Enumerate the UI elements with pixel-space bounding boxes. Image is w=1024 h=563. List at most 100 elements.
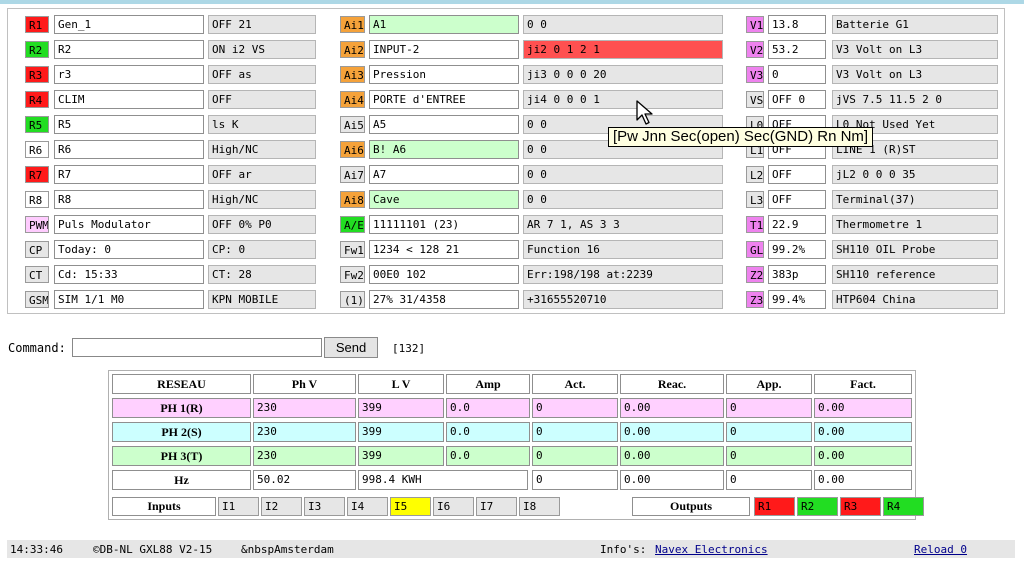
analog-tag[interactable]: Ai6	[340, 141, 365, 158]
mouse-pointer-icon	[636, 100, 653, 125]
voltage-value: 22.9	[768, 215, 826, 234]
relay-tag[interactable]: R7	[25, 166, 49, 183]
voltage-tag[interactable]: L2	[746, 166, 764, 183]
table-header: Reac.	[620, 374, 724, 394]
analog-tag[interactable]: Fw1	[340, 241, 365, 258]
analog-value: ji4 0 0 0 1	[523, 90, 723, 109]
analog-tag[interactable]: Ai3	[340, 66, 365, 83]
relay-name[interactable]: SIM 1/1 M0	[54, 290, 204, 309]
analog-name[interactable]: 00E0 102	[369, 265, 519, 284]
voltage-value: 99.2%	[768, 240, 826, 259]
analog-name[interactable]: 11111101 (23)	[369, 215, 519, 234]
analog-name[interactable]: PORTE d'ENTREE	[369, 90, 519, 109]
relay-tag[interactable]: GSM	[25, 291, 49, 308]
output-indicator[interactable]: R1	[754, 497, 795, 516]
table-cell: 0.00	[620, 398, 724, 418]
relay-name[interactable]: Gen_1	[54, 15, 204, 34]
table-cell: 0	[726, 446, 812, 466]
voltage-tag[interactable]: T1	[746, 216, 764, 233]
relay-tag[interactable]: R2	[25, 41, 49, 58]
footer-time: 14:33:46	[10, 543, 63, 556]
output-indicator[interactable]: R2	[797, 497, 838, 516]
analog-name[interactable]: INPUT-2	[369, 40, 519, 59]
input-indicator: I7	[476, 497, 517, 516]
analog-name[interactable]: A1	[369, 15, 519, 34]
relay-tag[interactable]: CP	[25, 241, 49, 258]
analog-name[interactable]: 1234 < 128 21	[369, 240, 519, 259]
relay-name[interactable]: R8	[54, 190, 204, 209]
hz-energy: 998.4 KWH	[358, 470, 528, 490]
analog-tag[interactable]: Ai5	[340, 116, 365, 133]
analog-tag[interactable]: Ai1	[340, 16, 365, 33]
send-button[interactable]: Send	[324, 337, 378, 358]
analog-value: ji2 0 1 2 1	[523, 40, 723, 59]
analog-value: 0 0	[523, 190, 723, 209]
relay-name[interactable]: CLIM	[54, 90, 204, 109]
table-cell: 399	[358, 398, 444, 418]
analog-tag[interactable]: Ai8	[340, 191, 365, 208]
relay-name[interactable]: Today: 0	[54, 240, 204, 259]
relay-name[interactable]: Puls Modulator	[54, 215, 204, 234]
analog-tag[interactable]: Ai4	[340, 91, 365, 108]
relay-tag[interactable]: R4	[25, 91, 49, 108]
analog-value: AR 7 1, AS 3 3	[523, 215, 723, 234]
analog-tag[interactable]: Ai7	[340, 166, 365, 183]
footer-bar: 14:33:46 ©DB-NL GXL88 V2-15 &nbspAmsterd…	[7, 540, 1015, 558]
phase-label: PH 2(S)	[112, 422, 251, 442]
relay-name[interactable]: Cd: 15:33	[54, 265, 204, 284]
analog-name[interactable]: A5	[369, 115, 519, 134]
footer-info-label: Info's:	[600, 543, 647, 556]
voltage-tag[interactable]: L3	[746, 191, 764, 208]
reload-link[interactable]: Reload 0	[914, 543, 967, 556]
table-cell: 0	[532, 422, 618, 442]
voltage-tag[interactable]: V1	[746, 16, 764, 33]
table-header: App.	[726, 374, 812, 394]
relay-tag[interactable]: PWM	[25, 216, 49, 233]
analog-tag[interactable]: Fw2	[340, 266, 365, 283]
voltage-label: HTP604 China	[832, 290, 998, 309]
analog-name[interactable]: B! A6	[369, 140, 519, 159]
relay-state: KPN MOBILE	[208, 290, 316, 309]
table-cell: 0.00	[814, 398, 912, 418]
relay-name[interactable]: R6	[54, 140, 204, 159]
relay-state: OFF	[208, 90, 316, 109]
command-counter: [132]	[392, 342, 426, 355]
analog-name[interactable]: 27% 31/4358	[369, 290, 519, 309]
voltage-tag[interactable]: V3	[746, 66, 764, 83]
relay-name[interactable]: R5	[54, 115, 204, 134]
footer-copyright: ©DB-NL GXL88 V2-15	[93, 543, 213, 556]
relay-name[interactable]: R2	[54, 40, 204, 59]
voltage-tag[interactable]: Z2	[746, 266, 764, 283]
relay-name[interactable]: r3	[54, 65, 204, 84]
relay-tag[interactable]: CT	[25, 266, 49, 283]
relay-tag[interactable]: R6	[25, 141, 49, 158]
analog-tag[interactable]: A/E	[340, 216, 365, 233]
relay-tag[interactable]: R3	[25, 66, 49, 83]
analog-tag[interactable]: Ai2	[340, 41, 365, 58]
table-cell: 230	[253, 398, 356, 418]
hz-cell: 0	[726, 470, 812, 490]
relay-tag[interactable]: R5	[25, 116, 49, 133]
table-cell: 0	[532, 398, 618, 418]
command-input[interactable]	[72, 338, 322, 357]
table-cell: 0.00	[620, 446, 724, 466]
analog-name[interactable]: Pression	[369, 65, 519, 84]
output-indicator[interactable]: R3	[840, 497, 881, 516]
voltage-tag[interactable]: GL	[746, 241, 764, 258]
voltage-value: OFF 0	[768, 90, 826, 109]
relay-tag[interactable]: R8	[25, 191, 49, 208]
table-header: L V	[358, 374, 444, 394]
table-cell: 0.0	[446, 398, 530, 418]
table-cell: 0.00	[814, 446, 912, 466]
voltage-tag[interactable]: VS	[746, 91, 764, 108]
relay-name[interactable]: R7	[54, 165, 204, 184]
analog-name[interactable]: A7	[369, 165, 519, 184]
analog-name[interactable]: Cave	[369, 190, 519, 209]
output-indicator[interactable]: R4	[883, 497, 924, 516]
voltage-tag[interactable]: Z3	[746, 291, 764, 308]
analog-value: 0 0	[523, 165, 723, 184]
navex-electronics-link[interactable]: Navex Electronics	[655, 543, 768, 556]
analog-tag[interactable]: (1)	[340, 291, 365, 308]
relay-tag[interactable]: R1	[25, 16, 49, 33]
voltage-tag[interactable]: V2	[746, 41, 764, 58]
